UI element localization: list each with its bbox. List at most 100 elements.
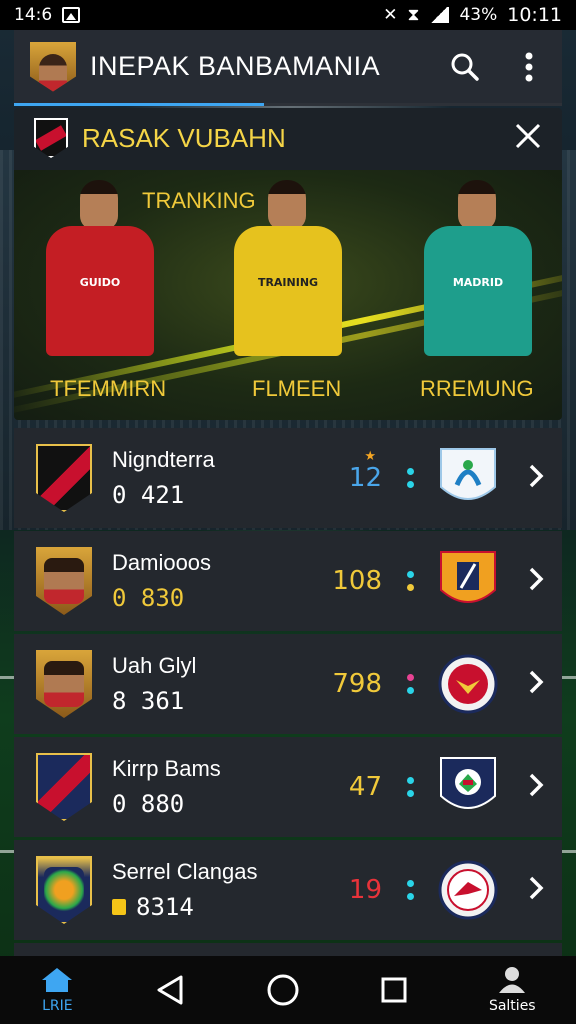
opponent-badge (438, 445, 498, 511)
player-jersey: MADRID (424, 226, 532, 356)
player-head (458, 180, 496, 230)
chevron-right-icon[interactable] (528, 669, 544, 699)
app-title: INEPAK BANBAMANIA (90, 51, 381, 81)
item-sub: 0 421 (112, 481, 302, 509)
club-crest-icon (34, 118, 68, 158)
status-dots (382, 674, 438, 694)
item-name: Uah Glyl (112, 653, 197, 678)
nav-profile-label: Salties (488, 998, 536, 1014)
vibrate-icon: ⧗ (407, 5, 420, 25)
more-options-button[interactable] (512, 50, 546, 84)
opponent-badge (438, 651, 498, 717)
jersey-text: TRAINING (257, 276, 319, 289)
player-portrait (36, 650, 92, 718)
app-bar: INEPAK BANBAMANIA (14, 30, 562, 106)
back-triangle-icon (157, 975, 183, 1005)
list-item[interactable]: Kirrp Bams 0 880 47 (14, 737, 562, 837)
chevron-right-icon[interactable] (528, 875, 544, 905)
player-portrait (36, 547, 92, 615)
club-crest (36, 444, 92, 512)
avatar-portrait (39, 53, 67, 92)
signal-icon (429, 7, 450, 23)
back-button[interactable] (155, 974, 185, 1006)
status-dots (382, 468, 438, 488)
item-sub: 0 880 (112, 790, 302, 818)
opponent-badge (438, 754, 498, 820)
more-vert-icon (525, 52, 533, 81)
opponent-badge (438, 857, 498, 923)
featured-card: RASAK VUBAHN TRANKING GUIDO TRAINING MAD… (14, 108, 562, 420)
status-dots (382, 571, 438, 591)
item-sub: 0 830 (112, 584, 302, 612)
battery-level: 43% (459, 5, 498, 25)
list-item[interactable]: Nigndterra 0 421 ★ 12 (14, 428, 562, 528)
item-score: 47 (348, 772, 382, 802)
chevron-right-icon[interactable] (528, 463, 544, 493)
player-label-1: TFEMMIRN (50, 376, 167, 401)
item-value: 0 830 (112, 584, 185, 612)
nav-profile[interactable]: Salties (489, 966, 536, 1014)
list-item[interactable]: Serrel Clangas 8314 19 (14, 840, 562, 940)
star-icon: ★ (364, 449, 376, 464)
item-score: ★ 12 (302, 449, 382, 493)
bottom-nav-bar: LRIE Salties (0, 956, 576, 1024)
home-button[interactable] (266, 973, 300, 1007)
close-icon (515, 123, 541, 149)
player-jersey: GUIDO (46, 226, 154, 356)
status-dots (382, 777, 438, 797)
close-button[interactable] (514, 122, 542, 154)
player-head (80, 180, 118, 230)
status-dots (382, 880, 438, 900)
home-icon (42, 968, 73, 992)
opponent-badge (438, 548, 498, 614)
card-title: RASAK VUBAHN (82, 122, 286, 153)
loading-progress (14, 103, 264, 106)
player-label-3: RREMUNG (420, 376, 534, 401)
player-figure-3: MADRID (418, 180, 538, 360)
jersey-text: GUIDO (79, 276, 121, 289)
item-score: 798 (332, 669, 382, 699)
player-figure-2: TRAINING (228, 180, 348, 360)
item-sub: 8 361 (112, 687, 302, 715)
list-item[interactable]: Damiooos 0 830 108 (14, 531, 562, 631)
search-icon (451, 53, 479, 81)
status-bar: 14:6 ✕ ⧗ 43% 10:11 (0, 0, 576, 30)
item-sub: 8314 (112, 893, 302, 921)
gallery-notification-icon (62, 7, 81, 23)
club-crest (36, 753, 92, 821)
profile-avatar[interactable] (30, 41, 76, 92)
list-item[interactable]: Uah Glyl 8 361 798 (14, 634, 562, 734)
nav-home-label: LRIE (42, 998, 73, 1014)
item-name: Damiooos (112, 550, 212, 575)
item-name: Serrel Clangas (112, 859, 258, 884)
home-circle-icon (267, 974, 299, 1006)
score-value: 12 (348, 463, 382, 493)
player-head (268, 180, 306, 230)
item-value: 0 880 (112, 790, 185, 818)
player-label-2: FLMEEN (252, 376, 342, 401)
recents-button[interactable] (380, 976, 408, 1004)
player-jersey: TRAINING (234, 226, 342, 356)
ranking-list: Nigndterra 0 421 ★ 12 Damiooos 0 830 108… (14, 428, 562, 966)
player-figure-1: GUIDO (40, 180, 160, 360)
item-score: 19 (348, 875, 382, 905)
item-name: Nigndterra (112, 447, 215, 472)
item-value: 8 361 (112, 687, 185, 715)
status-time-left: 14:6 (14, 5, 53, 25)
item-score: 108 (332, 566, 382, 596)
club-crest (36, 856, 92, 924)
item-value: 0 421 (112, 481, 185, 509)
item-value: 8314 (136, 893, 194, 921)
nav-home[interactable]: LRIE (40, 966, 74, 1014)
item-name: Kirrp Bams (112, 756, 221, 781)
status-time: 10:11 (507, 4, 562, 26)
person-icon (499, 967, 526, 993)
search-button[interactable] (448, 50, 482, 84)
chevron-right-icon[interactable] (528, 772, 544, 802)
mute-icon: ✕ (383, 5, 398, 25)
jersey-text: MADRID (452, 276, 504, 289)
chevron-right-icon[interactable] (528, 566, 544, 596)
player-banner[interactable]: TRANKING GUIDO TRAINING MADRID TFEMMIRN … (14, 170, 562, 420)
recents-square-icon (381, 977, 407, 1003)
lock-icon (112, 899, 126, 915)
